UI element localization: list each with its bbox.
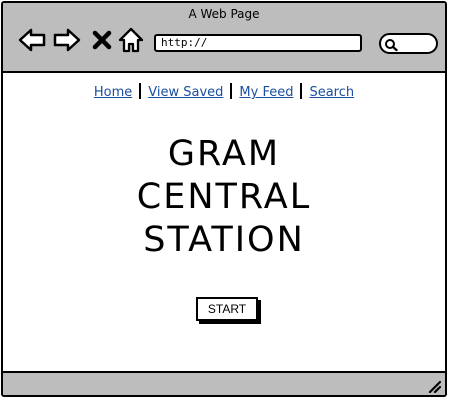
search-icon — [384, 37, 398, 52]
status-bar — [3, 371, 445, 395]
back-arrow-icon[interactable] — [17, 25, 47, 55]
address-bar-input[interactable]: http:// — [154, 34, 362, 52]
hero-title-line: GRAM — [167, 134, 281, 174]
browser-toolbar: A Web Page http:// — [3, 3, 445, 73]
nav-separator — [230, 83, 233, 99]
nav-separator — [300, 83, 303, 99]
hero-title-line: STATION — [143, 220, 305, 260]
start-button[interactable]: START — [196, 297, 258, 321]
close-x-icon[interactable] — [90, 25, 114, 55]
nav-link-search[interactable]: Search — [309, 85, 354, 100]
hero-title: GRAM CENTRAL STATION — [3, 133, 445, 262]
browser-window: A Web Page http:// Home View Saved My Feed… — [1, 1, 447, 397]
nav-link-home[interactable]: Home — [94, 85, 132, 100]
nav-link-view-saved[interactable]: View Saved — [148, 85, 223, 100]
nav-link-my-feed[interactable]: My Feed — [239, 85, 293, 100]
browser-search-field[interactable] — [379, 33, 438, 54]
forward-arrow-icon[interactable] — [52, 25, 82, 55]
nav-separator — [139, 83, 142, 99]
home-icon[interactable] — [118, 25, 144, 55]
site-navigation: Home View Saved My Feed Search — [3, 83, 445, 100]
hero-title-line: CENTRAL — [136, 177, 312, 217]
resize-grip-icon[interactable] — [427, 378, 442, 394]
window-title: A Web Page — [188, 7, 260, 21]
